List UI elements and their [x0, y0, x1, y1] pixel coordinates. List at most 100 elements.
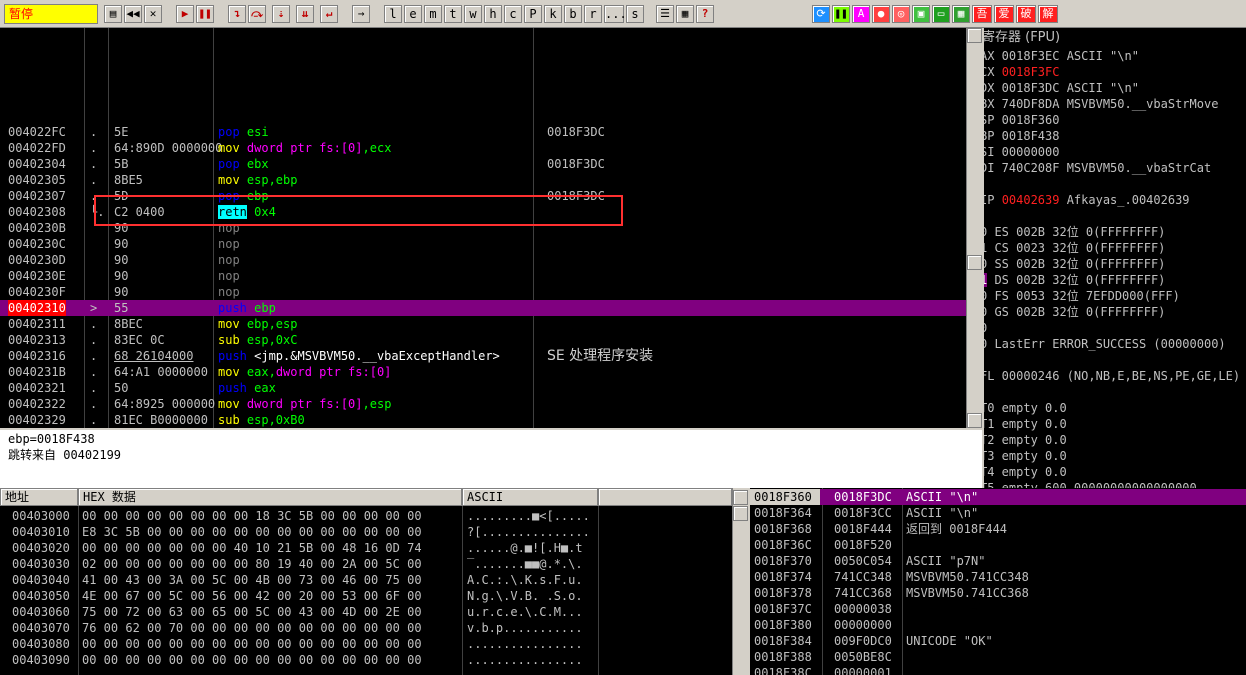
scroll-down-icon[interactable] [967, 413, 982, 428]
tb-letter-c[interactable]: c [504, 5, 522, 23]
dump-row[interactable]: 00403040 41 00 43 00 3A 00 5C 00 4B 00 73… [0, 572, 732, 588]
dump-row[interactable]: 00403000 00 00 00 00 00 00 00 00 18 3C 5B… [0, 508, 732, 524]
register-row[interactable]: 1 CS 0023 32位 0(FFFFFFFF) [984, 240, 1246, 256]
tb-letter-h[interactable]: h [484, 5, 502, 23]
tb-letter-k[interactable]: k [544, 5, 562, 23]
disasm-row[interactable]: 004022FC. 5E pop esi 0018F3DC [0, 124, 966, 140]
disassembly-scrollbar[interactable] [966, 28, 982, 428]
disasm-row[interactable]: 0040231B. 64:A1 0000000 mov eax,dword ptr … [0, 364, 966, 380]
target-icon[interactable]: ◎ [892, 5, 910, 23]
register-row[interactable]: 0 LastErr ERROR_SUCCESS (00000000) [984, 336, 1246, 352]
help-icon[interactable]: ? [696, 5, 714, 23]
scroll-up-icon[interactable] [967, 28, 982, 43]
splitter[interactable] [748, 488, 750, 675]
dump-row[interactable]: 00403050 4E 00 67 00 5C 00 56 00 42 00 20… [0, 588, 732, 604]
dump-row[interactable]: 00403080 00 00 00 00 00 00 00 00 00 00 00… [0, 636, 732, 652]
step-into-icon[interactable]: ↴ [228, 5, 246, 23]
register-row[interactable]: AX 0018F3EC ASCII "\n" [984, 48, 1246, 64]
tb-letter-l[interactable]: l [384, 5, 402, 23]
open-icon[interactable]: ▤ [104, 5, 122, 23]
tb-letter-b[interactable]: b [564, 5, 582, 23]
disasm-row[interactable]: 00402321. 50 push eax [0, 380, 966, 396]
dump-row[interactable]: 00403090 00 00 00 00 00 00 00 00 00 00 00… [0, 652, 732, 668]
disasm-row[interactable]: 00402329. 81EC B0000000 sub esp,0xB0 [0, 412, 966, 428]
register-row[interactable] [984, 176, 1246, 192]
disasm-row[interactable]: 00402304. 5B pop ebx 0018F3DC [0, 156, 966, 172]
register-row[interactable]: 0 [984, 320, 1246, 336]
list-icon[interactable]: ☰ [656, 5, 674, 23]
tb-letter-w[interactable]: w [464, 5, 482, 23]
register-row[interactable]: SP 0018F360 [984, 112, 1246, 128]
dump-row[interactable]: 00403010 E8 3C 5B 00 00 00 00 00 00 00 00… [0, 524, 732, 540]
refresh-icon[interactable]: ⟳ [812, 5, 830, 23]
grid-plugin-icon[interactable]: ▦ [952, 5, 970, 23]
disasm-row[interactable]: 004022FD. 64:890D 0000000 mov dword ptr fs… [0, 140, 966, 156]
plugin-ai-button[interactable]: 爱 [994, 5, 1014, 23]
disasm-row[interactable]: 0040230F 90 nop [0, 284, 966, 300]
register-row[interactable]: IP 00402639 Afkayas_.00402639 [984, 192, 1246, 208]
close-icon[interactable]: ✕ [144, 5, 162, 23]
tb-letter-r[interactable]: r [584, 5, 602, 23]
disasm-row[interactable]: 00402311. 8BEC mov ebp,esp [0, 316, 966, 332]
register-row[interactable]: 0 ES 002B 32位 0(FFFFFFFF) [984, 224, 1246, 240]
register-row[interactable]: SI 00000000 [984, 144, 1246, 160]
tb-letter-dots[interactable]: ... [604, 5, 627, 23]
stack-row[interactable]: 0018F384 009F0DC0 UNICODE "OK" [750, 633, 1246, 649]
grid-icon[interactable]: ▦ [676, 5, 694, 23]
tb-letter-t[interactable]: t [444, 5, 462, 23]
dump-row[interactable]: 00403060 75 00 72 00 63 00 65 00 5C 00 43… [0, 604, 732, 620]
tb-letter-s[interactable]: s [626, 5, 644, 23]
trace-over-icon[interactable]: ⇊ [296, 5, 314, 23]
disassembly-pane[interactable]: 004022FC. 5E pop esi 0018F3DC 004022FD. 64:89… [0, 28, 966, 428]
register-row[interactable]: 1 DS 002B 32位 0(FFFFFFFF) [984, 272, 1246, 288]
register-row[interactable]: T3 empty 0.0 [984, 448, 1246, 464]
register-row[interactable]: 0 SS 002B 32位 0(FFFFFFFF) [984, 256, 1246, 272]
register-row[interactable]: T0 empty 0.0 [984, 400, 1246, 416]
run-icon[interactable]: ▶ [176, 5, 194, 23]
stack-row[interactable]: 0018F388 0050BE8C [750, 649, 1246, 665]
dump-col-addr[interactable]: 地址 [0, 488, 78, 506]
plugin-po-button[interactable]: 破 [1016, 5, 1036, 23]
register-row[interactable]: DI 740C208F MSVBVM50.__vbaStrCat [984, 160, 1246, 176]
disasm-row[interactable]: 00402310 >55 push ebp [0, 300, 966, 316]
dump-row[interactable]: 00403030 02 00 00 00 00 00 00 00 80 19 40… [0, 556, 732, 572]
plugin-a-icon[interactable]: A [852, 5, 870, 23]
plugin-wu-button[interactable]: 吾 [972, 5, 992, 23]
plugin-g-icon[interactable]: ▣ [912, 5, 930, 23]
disasm-row[interactable]: 0040230E 90 nop [0, 268, 966, 284]
dump-scroll-up-icon[interactable] [733, 490, 748, 505]
disasm-row[interactable]: 00402316. 68 26104000 push <jmp.&MSVBVM50.… [0, 348, 966, 364]
register-row[interactable]: 0 FS 0053 32位 7EFDD000(FFF) [984, 288, 1246, 304]
stack-row[interactable]: 0018F374 741CC348 MSVBVM50.741CC348 [750, 569, 1246, 585]
register-row[interactable]: T4 empty 0.0 [984, 464, 1246, 480]
stack-row[interactable]: 0018F370 0050C054 ASCII "p7N" [750, 553, 1246, 569]
restart-icon[interactable]: ◀◀ [124, 5, 142, 23]
tb-letter-m[interactable]: m [424, 5, 442, 23]
dump-row[interactable]: 00403020 00 00 00 00 00 00 00 40 10 21 5B… [0, 540, 732, 556]
disasm-row[interactable]: 0040230C 90 nop [0, 236, 966, 252]
register-row[interactable] [984, 208, 1246, 224]
monitor-icon[interactable]: ▭ [932, 5, 950, 23]
register-row[interactable]: T5 empty 600.00000000000000000 [984, 480, 1246, 488]
scroll-thumb[interactable] [967, 255, 982, 270]
stack-row[interactable]: 0018F36C 0018F520 [750, 537, 1246, 553]
goto-icon[interactable]: → [352, 5, 370, 23]
stack-row[interactable]: 0018F368 0018F444 返回到 0018F444 [750, 521, 1246, 537]
register-row[interactable]: BP 0018F438 [984, 128, 1246, 144]
disasm-row[interactable]: 00402313. 83EC 0C sub esp,0xC [0, 332, 966, 348]
register-row[interactable] [984, 384, 1246, 400]
disasm-row[interactable]: 0040230D 90 nop [0, 252, 966, 268]
step-over-icon[interactable]: ⤼ [248, 5, 266, 23]
register-row[interactable]: FL 00000246 (NO,NB,E,BE,NS,PE,GE,LE) [984, 368, 1246, 384]
execute-till-return-icon[interactable]: ↵ [320, 5, 338, 23]
stack-row[interactable]: 0018F380 00000000 [750, 617, 1246, 633]
stack-row[interactable]: 0018F38C 00000001 [750, 665, 1246, 675]
pause-plugin-icon[interactable]: ❚❚ [832, 5, 850, 23]
stack-row[interactable]: 0018F360 0018F3DC ASCII "\n" [750, 489, 1246, 505]
stack-pane[interactable]: 0018F360 0018F3DC ASCII "\n" 0018F364 0018F3… [750, 488, 1246, 675]
disasm-row[interactable]: 00402305. 8BE5 mov esp,ebp [0, 172, 966, 188]
register-row[interactable] [984, 352, 1246, 368]
dump-col-ascii[interactable]: ASCII [462, 488, 598, 506]
tb-letter-e[interactable]: e [404, 5, 422, 23]
register-row[interactable]: BX 740DF8DA MSVBVM50.__vbaStrMove [984, 96, 1246, 112]
